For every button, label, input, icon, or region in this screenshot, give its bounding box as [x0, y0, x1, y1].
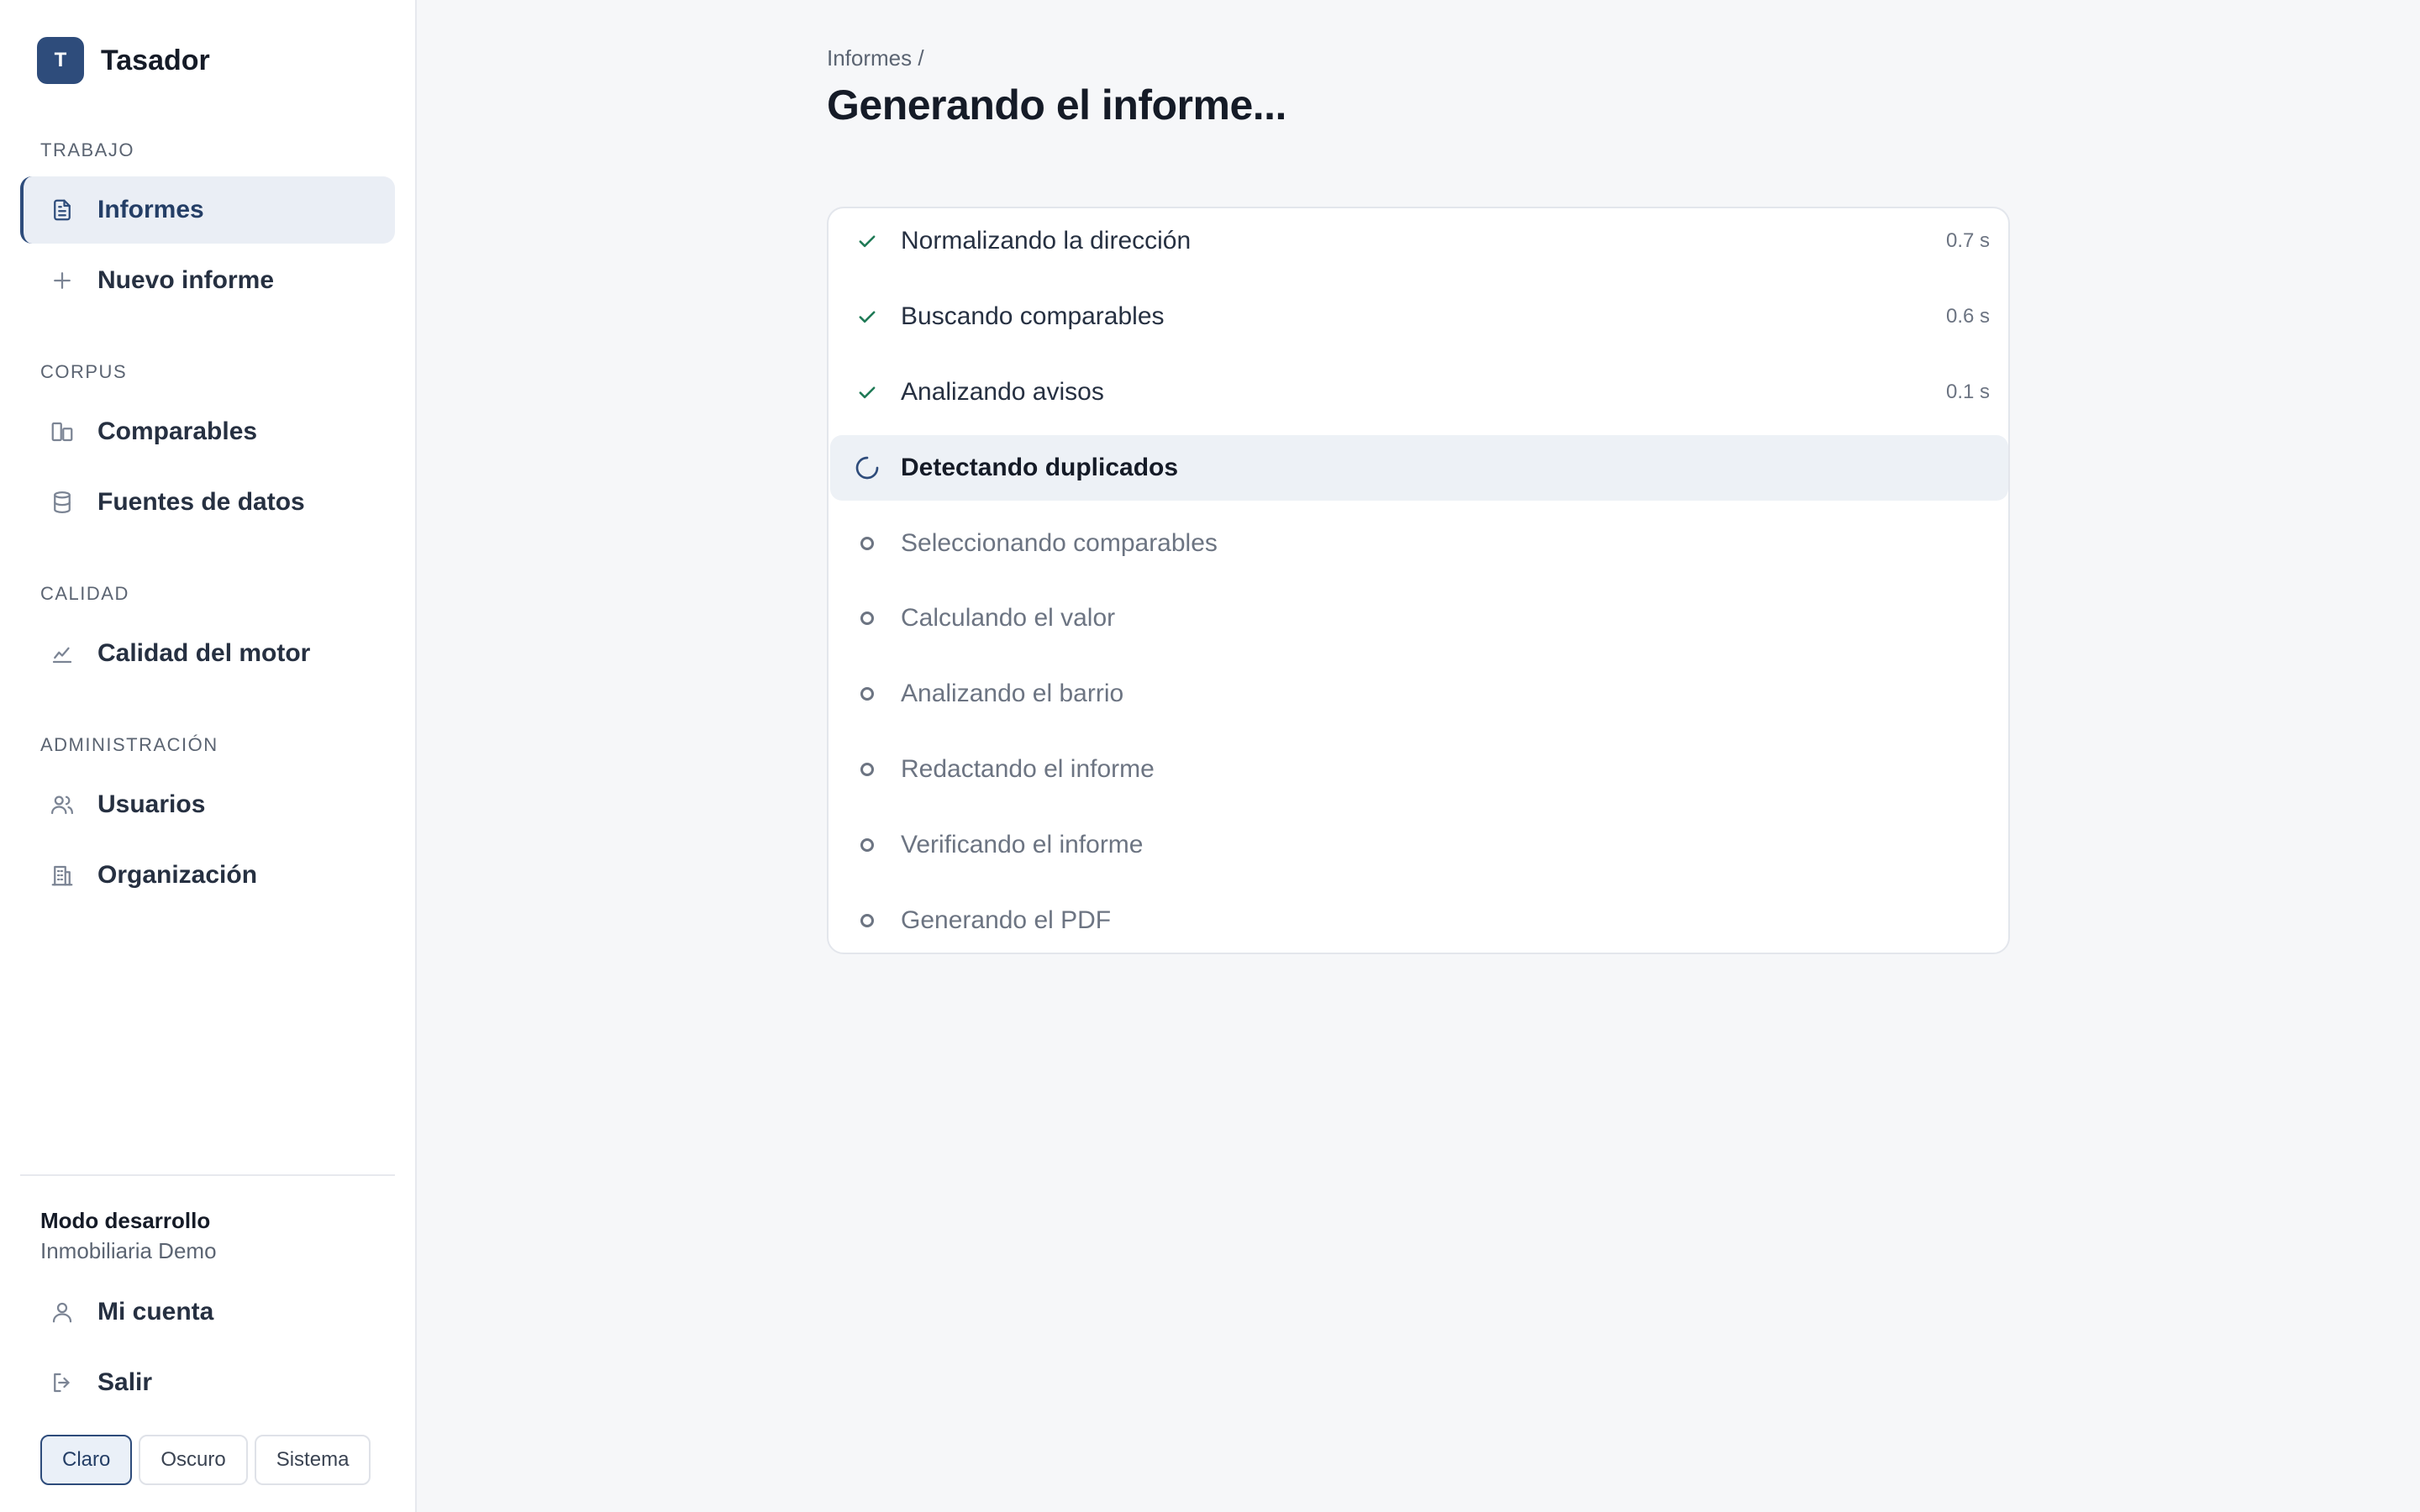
check-icon	[852, 302, 882, 332]
step-label: Generando el PDF	[901, 906, 1112, 934]
pending-circle-icon	[852, 830, 882, 860]
sidebar-item-fuentes-de-datos[interactable]: Fuentes de datos	[20, 469, 395, 536]
user-icon	[47, 1297, 77, 1327]
sidebar-item-organizacion[interactable]: Organización	[20, 842, 395, 909]
step-label: Normalizando la dirección	[901, 227, 1192, 255]
step-duration: 0.6 s	[1945, 305, 1990, 328]
sidebar-item-label: Informes	[97, 196, 204, 223]
step-label: Redactando el informe	[901, 755, 1155, 783]
progress-step: Buscando comparables 0.6 s	[830, 284, 2008, 349]
theme-light-button[interactable]: Claro	[40, 1435, 133, 1485]
progress-steps-card: Normalizando la dirección 0.7 s Buscando…	[827, 207, 2010, 954]
sidebar-item-label: Calidad del motor	[97, 639, 311, 667]
sidebar-item-label: Nuevo informe	[97, 266, 275, 294]
section-label-trabajo: TRABAJO	[40, 139, 134, 160]
step-label: Seleccionando comparables	[901, 529, 1218, 557]
progress-step: Calculando el valor	[830, 585, 2008, 651]
brand-name: Tasador	[101, 44, 210, 76]
theme-system-button[interactable]: Sistema	[254, 1435, 371, 1485]
brand-logo: T	[37, 37, 84, 84]
organization-name: Inmobiliaria Demo	[40, 1238, 217, 1263]
sidebar-divider	[20, 1174, 395, 1176]
sidebar: T Tasador TRABAJO Informes Nuevo informe…	[0, 0, 417, 1512]
progress-step: Seleccionando comparables	[830, 511, 2008, 576]
progress-step-current: Detectando duplicados	[830, 435, 2008, 501]
step-label: Detectando duplicados	[901, 454, 1179, 481]
check-icon	[852, 377, 882, 407]
plus-icon	[47, 265, 77, 296]
step-label: Calculando el valor	[901, 604, 1116, 632]
progress-step: Generando el PDF	[830, 888, 2008, 953]
step-duration: 0.1 s	[1945, 381, 1990, 403]
sidebar-item-nuevo-informe[interactable]: Nuevo informe	[20, 247, 395, 314]
sidebar-item-label: Mi cuenta	[97, 1298, 214, 1326]
document-icon	[47, 195, 77, 225]
step-label: Verificando el informe	[901, 831, 1144, 858]
section-label-calidad: CALIDAD	[40, 583, 129, 604]
section-label-corpus: CORPUS	[40, 361, 128, 382]
pending-circle-icon	[852, 906, 882, 936]
building-icon	[47, 860, 77, 890]
breadcrumb[interactable]: Informes /	[827, 45, 924, 71]
step-label: Buscando comparables	[901, 302, 1165, 330]
sidebar-item-informes[interactable]: Informes	[20, 176, 395, 244]
buildings-icon	[47, 417, 77, 447]
progress-step: Redactando el informe	[830, 737, 2008, 802]
sidebar-item-label: Salir	[97, 1368, 153, 1396]
step-label: Analizando avisos	[901, 378, 1104, 406]
sidebar-item-label: Comparables	[97, 417, 258, 445]
pending-circle-icon	[852, 754, 882, 785]
sidebar-item-label: Organización	[97, 861, 258, 889]
pending-circle-icon	[852, 528, 882, 559]
users-icon	[47, 790, 77, 820]
logout-icon	[47, 1368, 77, 1398]
theme-dark-button[interactable]: Oscuro	[139, 1435, 248, 1485]
sidebar-item-usuarios[interactable]: Usuarios	[20, 771, 395, 838]
app: T Tasador TRABAJO Informes Nuevo informe…	[0, 0, 2420, 1512]
sidebar-item-label: Fuentes de datos	[97, 488, 305, 516]
sidebar-item-calidad-del-motor[interactable]: Calidad del motor	[20, 620, 395, 687]
step-label: Analizando el barrio	[901, 680, 1124, 707]
page-title: Generando el informe...	[827, 81, 1286, 129]
line-chart-icon	[47, 638, 77, 669]
progress-step: Analizando el barrio	[830, 661, 2008, 727]
sidebar-item-mi-cuenta[interactable]: Mi cuenta	[20, 1278, 395, 1346]
sidebar-item-comparables[interactable]: Comparables	[20, 398, 395, 465]
sidebar-item-salir[interactable]: Salir	[20, 1349, 395, 1416]
theme-switcher: Claro Oscuro Sistema	[40, 1435, 371, 1485]
brand[interactable]: T Tasador	[37, 37, 210, 84]
mode-title: Modo desarrollo	[40, 1208, 211, 1233]
progress-step: Analizando avisos 0.1 s	[830, 360, 2008, 425]
pending-circle-icon	[852, 679, 882, 709]
spinner-icon	[852, 453, 882, 483]
step-duration: 0.7 s	[1945, 229, 1990, 252]
progress-step: Normalizando la dirección 0.7 s	[830, 208, 2008, 274]
check-icon	[852, 226, 882, 256]
progress-step: Verificando el informe	[830, 812, 2008, 878]
sidebar-item-label: Usuarios	[97, 790, 206, 818]
section-label-administracion: ADMINISTRACIÓN	[40, 734, 218, 755]
database-icon	[47, 487, 77, 517]
pending-circle-icon	[852, 603, 882, 633]
